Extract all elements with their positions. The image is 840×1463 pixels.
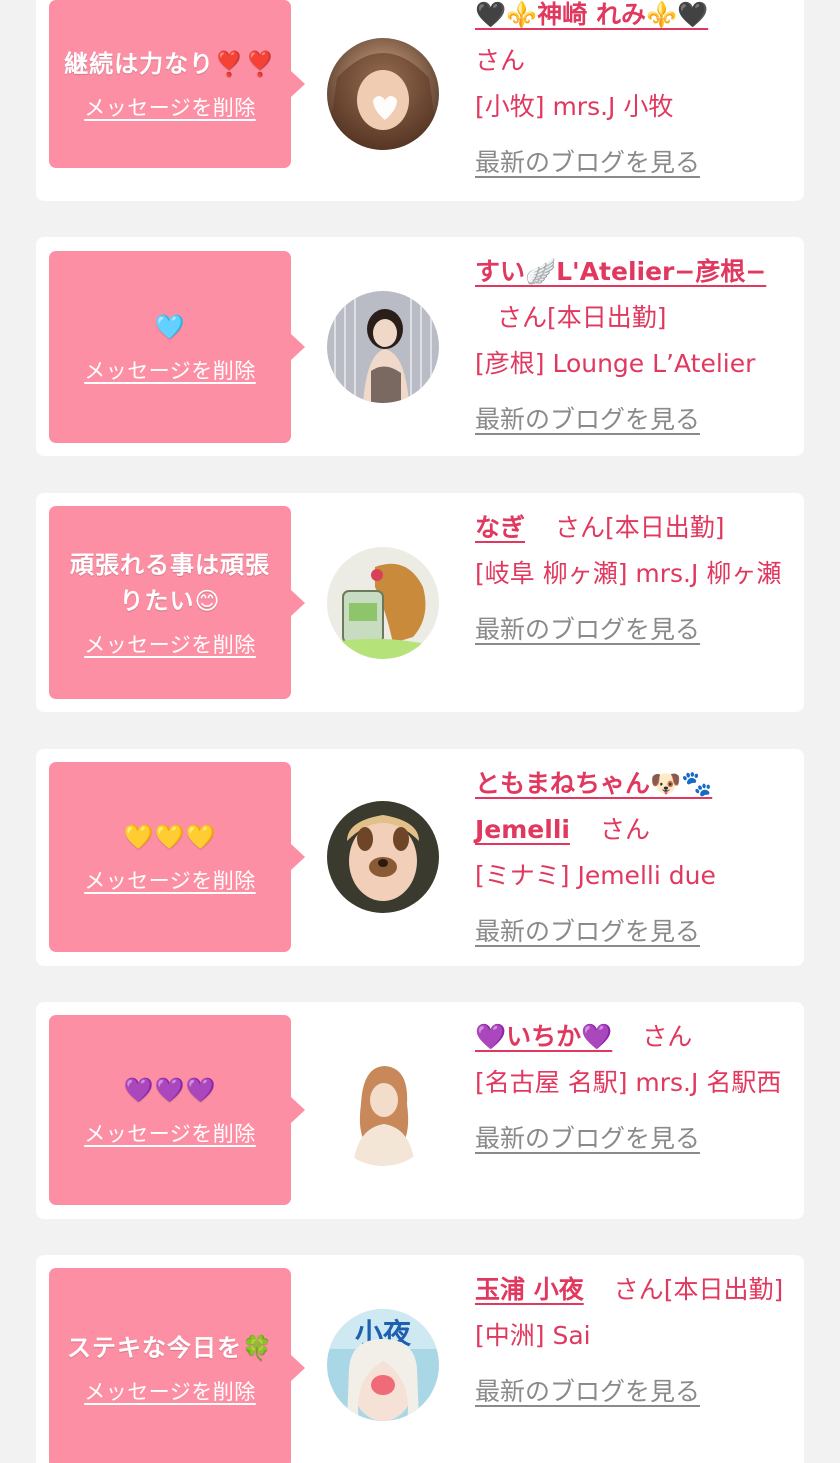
delete-message-link[interactable]: メッセージを削除 — [84, 1376, 256, 1406]
cast-info: なぎ さん[本日出勤] [岐阜 柳ヶ瀬] mrs.J 柳ヶ瀬 最新のブログを見る — [475, 505, 797, 653]
message-bubble: 💛💛💛 メッセージを削除 — [49, 762, 305, 952]
honorific: さん — [475, 46, 526, 75]
honorific: さん — [554, 513, 605, 542]
message-card: ステキな今日を🍀 メッセージを削除 小夜 玉浦 小夜 さん[本日出勤] [中洲]… — [36, 1255, 804, 1463]
message-text: 頑張れる事は頑張りたい😊 — [70, 550, 270, 615]
latest-blog-link[interactable]: 最新のブログを見る — [475, 140, 797, 186]
shop-name: [彦根] Lounge L’Atelier — [475, 349, 756, 378]
latest-blog-link[interactable]: 最新のブログを見る — [475, 1116, 797, 1162]
message-text: 🩵 — [154, 313, 186, 341]
delete-message-link[interactable]: メッセージを削除 — [84, 92, 256, 122]
message-bubble: ステキな今日を🍀 メッセージを削除 — [49, 1268, 305, 1463]
avatar[interactable]: 小夜 — [327, 1309, 439, 1421]
honorific: さん — [599, 815, 650, 844]
cast-info: ともまねちゃん🐶🐾Jemelli さん [ミナミ] Jemelli due 最新… — [475, 761, 797, 955]
message-card: 継続は力なり❣️❣️ メッセージを削除 🖤⚜️神崎 れみ⚜️🖤 さん [小牧] … — [36, 0, 804, 201]
avatar[interactable] — [327, 38, 439, 150]
delete-message-link[interactable]: メッセージを削除 — [84, 355, 256, 385]
avatar[interactable] — [327, 291, 439, 403]
message-text: 💛💛💛 — [123, 823, 217, 851]
message-card: 🩵 メッセージを削除 すい🪽L'Atelier−彦根− さん[本日出勤] [彦根… — [36, 237, 804, 456]
honorific: さん — [613, 1275, 664, 1304]
attendance-status: [本日出勤] — [663, 1275, 784, 1304]
cast-info: 🖤⚜️神崎 れみ⚜️🖤 さん [小牧] mrs.J 小牧 最新のブログを見る — [475, 0, 797, 186]
latest-blog-link[interactable]: 最新のブログを見る — [475, 909, 797, 955]
cast-name-link[interactable]: 🖤⚜️神崎 れみ⚜️🖤 — [475, 0, 708, 29]
message-text: 継続は力なり❣️❣️ — [64, 50, 276, 78]
cast-name-link[interactable]: 玉浦 小夜 — [475, 1275, 584, 1304]
delete-message-link[interactable]: メッセージを削除 — [84, 1118, 256, 1148]
delete-message-link[interactable]: メッセージを削除 — [84, 629, 256, 659]
message-bubble: 継続は力なり❣️❣️ メッセージを削除 — [49, 0, 305, 168]
avatar[interactable] — [327, 547, 439, 659]
cast-info: すい🪽L'Atelier−彦根− さん[本日出勤] [彦根] Lounge L’… — [475, 249, 797, 443]
message-text: 💜💜💜 — [123, 1076, 217, 1104]
attendance-status: [本日出勤] — [604, 513, 725, 542]
attendance-status: [本日出勤] — [547, 303, 667, 332]
cast-name-link[interactable]: すい🪽L'Atelier−彦根− — [475, 257, 766, 286]
honorific: さん — [497, 303, 548, 332]
message-bubble: 頑張れる事は頑張りたい😊 メッセージを削除 — [49, 506, 305, 699]
cast-name-link[interactable]: ともまねちゃん🐶🐾Jemelli — [475, 769, 712, 844]
shop-name: [中洲] Sai — [475, 1321, 591, 1350]
cast-name-link[interactable]: 💜いちか💜 — [475, 1022, 612, 1051]
shop-name: [名古屋 名駅] mrs.J 名駅西 — [475, 1068, 782, 1097]
message-card: 💛💛💛 メッセージを削除 ともまねちゃん🐶🐾Jemelli さん [ミナミ] J… — [36, 749, 804, 966]
latest-blog-link[interactable]: 最新のブログを見る — [475, 1369, 797, 1415]
shop-name: [岐阜 柳ヶ瀬] mrs.J 柳ヶ瀬 — [475, 559, 782, 588]
latest-blog-link[interactable]: 最新のブログを見る — [475, 397, 797, 443]
message-card: 💜💜💜 メッセージを削除 💜いちか💜 さん [名古屋 名駅] mrs.J 名駅西… — [36, 1002, 804, 1219]
message-bubble: 💜💜💜 メッセージを削除 — [49, 1015, 305, 1205]
cast-info: 玉浦 小夜 さん[本日出勤] [中洲] Sai 最新のブログを見る — [475, 1267, 797, 1415]
shop-name: [小牧] mrs.J 小牧 — [475, 92, 674, 121]
message-card: 頑張れる事は頑張りたい😊 メッセージを削除 なぎ さん[本日出勤] [岐阜 柳ヶ… — [36, 493, 804, 712]
cast-info: 💜いちか💜 さん [名古屋 名駅] mrs.J 名駅西 最新のブログを見る — [475, 1014, 797, 1162]
latest-blog-link[interactable]: 最新のブログを見る — [475, 607, 797, 653]
message-text: ステキな今日を🍀 — [67, 1334, 273, 1362]
cast-name-link[interactable]: なぎ — [475, 513, 525, 542]
message-list: 継続は力なり❣️❣️ メッセージを削除 🖤⚜️神崎 れみ⚜️🖤 さん [小牧] … — [0, 0, 840, 1463]
avatar[interactable] — [327, 1054, 439, 1166]
avatar[interactable] — [327, 801, 439, 913]
honorific: さん — [642, 1022, 693, 1051]
delete-message-link[interactable]: メッセージを削除 — [84, 865, 256, 895]
message-bubble: 🩵 メッセージを削除 — [49, 251, 305, 443]
shop-name: [ミナミ] Jemelli due — [475, 861, 716, 890]
